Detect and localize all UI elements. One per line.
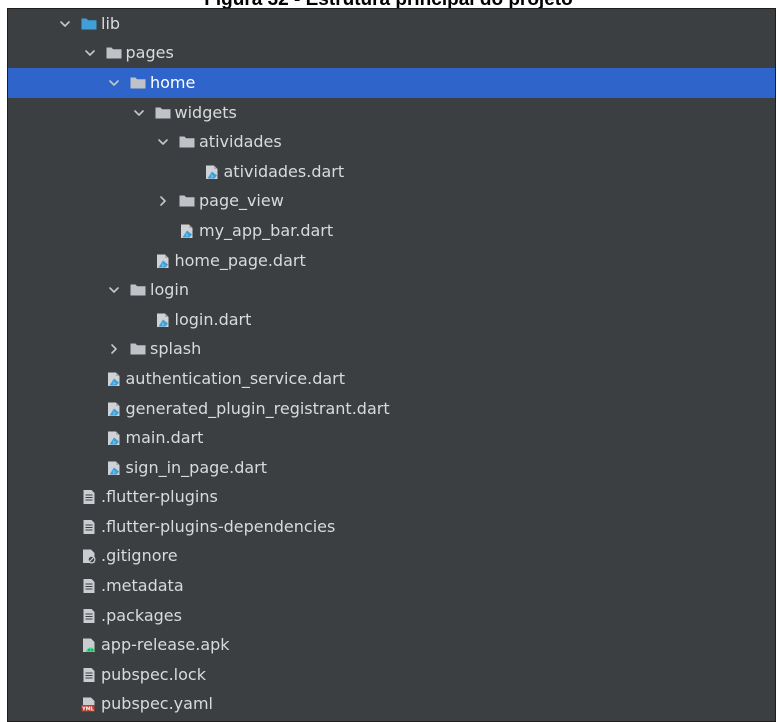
tree-item-app-release-apk[interactable]: app-release.apk [8, 630, 775, 660]
tree-item-main-dart[interactable]: main.dart [8, 423, 775, 453]
tree-item-splash[interactable]: splash [8, 335, 775, 365]
tree-item-label: generated_plugin_registrant.dart [125, 398, 390, 418]
tree-item-label: page_view [199, 191, 284, 211]
text-file-icon [80, 577, 98, 595]
tree-item-packages[interactable]: .packages [8, 601, 775, 631]
chevron-right-icon[interactable] [154, 192, 172, 210]
dart-file-icon [105, 400, 123, 418]
chevron-right-icon[interactable] [105, 340, 123, 358]
tree-item-label: .flutter-plugins [101, 487, 218, 507]
tree-item-sign-in-page-dart[interactable]: sign_in_page.dart [8, 453, 775, 483]
tree-item-label: atividades.dart [223, 161, 345, 181]
dart-file-icon [105, 459, 123, 477]
dart-file-icon [105, 370, 123, 388]
tree-item-home[interactable]: home [8, 68, 775, 98]
folder-icon [129, 340, 147, 358]
chevron-down-icon[interactable] [81, 44, 99, 62]
tree-item-pages[interactable]: pages [8, 39, 775, 69]
yaml-file-icon: YML [80, 695, 98, 713]
dart-file-icon [178, 222, 196, 240]
folder-icon [80, 15, 98, 33]
tree-item-label: .gitignore [101, 546, 178, 566]
tree-item-pubspec-yaml[interactable]: YML pubspec.yaml [8, 690, 775, 720]
text-file-icon [80, 518, 98, 536]
dart-file-icon [203, 163, 221, 181]
tree-item-metadata[interactable]: .metadata [8, 571, 775, 601]
tree-item-authentication-service-dart[interactable]: authentication_service.dart [8, 364, 775, 394]
dart-file-icon [154, 252, 172, 270]
tree-item-generated-plugin-registrant-dart[interactable]: generated_plugin_registrant.dart [8, 394, 775, 424]
text-file-icon [80, 607, 98, 625]
figure: Figura 32 - Estrutura principal do proje… [0, 0, 777, 722]
tree-item-label: home [150, 72, 196, 92]
tree-item-label: login.dart [174, 309, 252, 329]
folder-icon [154, 104, 172, 122]
dart-file-icon [154, 311, 172, 329]
folder-icon [129, 74, 147, 92]
tree-item-home-page-dart[interactable]: home_page.dart [8, 246, 775, 276]
chevron-down-icon[interactable] [56, 15, 74, 33]
tree-item-pubspec-lock[interactable]: pubspec.lock [8, 660, 775, 690]
tree-item-flutter-plugins[interactable]: .flutter-plugins [8, 483, 775, 513]
tree-item-widgets[interactable]: widgets [8, 98, 775, 128]
tree-item-label: sign_in_page.dart [125, 457, 268, 477]
tree-item-atividades-dart[interactable]: atividades.dart [8, 157, 775, 187]
tree-item-label: home_page.dart [174, 250, 306, 270]
folder-icon [178, 192, 196, 210]
tree-item-atividades[interactable]: atividades [8, 127, 775, 157]
tree-item-label: pubspec.yaml [101, 694, 213, 714]
tree-item-label: authentication_service.dart [125, 368, 346, 388]
svg-text:YML: YML [81, 707, 95, 713]
chevron-down-icon[interactable] [105, 74, 123, 92]
tree-item-label: my_app_bar.dart [199, 220, 334, 240]
ignore-file-icon [80, 547, 98, 565]
tree-item-lib[interactable]: lib [8, 9, 775, 39]
tree-item-label: .metadata [101, 576, 184, 596]
tree-item-label: .flutter-plugins-dependencies [101, 516, 336, 536]
tree-item-label: app-release.apk [101, 635, 230, 655]
text-file-icon [80, 488, 98, 506]
apk-file-icon [80, 636, 98, 654]
tree-item-my-app-bar-dart[interactable]: my_app_bar.dart [8, 216, 775, 246]
tree-item-label: login [150, 280, 189, 300]
folder-icon [129, 281, 147, 299]
chevron-down-icon[interactable] [105, 281, 123, 299]
tree-item-label: widgets [174, 102, 237, 122]
tree-item-login[interactable]: login [8, 275, 775, 305]
tree-item-label: pages [125, 43, 174, 63]
tree-item-label: .packages [101, 605, 182, 625]
project-tree: lib pages home widgets atividades atividades.… [8, 9, 775, 719]
tree-item-label: main.dart [125, 428, 204, 448]
tree-item-label: pubspec.lock [101, 664, 206, 684]
tree-item-label: splash [150, 339, 202, 359]
tree-item-page-view[interactable]: page_view [8, 187, 775, 217]
tree-item-label: lib [101, 13, 121, 33]
chevron-down-icon[interactable] [130, 104, 148, 122]
folder-icon [178, 133, 196, 151]
dart-file-icon [105, 429, 123, 447]
text-file-icon [80, 666, 98, 684]
tree-item-login-dart[interactable]: login.dart [8, 305, 775, 335]
chevron-down-icon[interactable] [154, 133, 172, 151]
tree-item-flutter-plugins-dependencies[interactable]: .flutter-plugins-dependencies [8, 512, 775, 542]
tree-item-gitignore[interactable]: .gitignore [8, 542, 775, 572]
project-panel: lib pages home widgets atividades atividades.… [7, 8, 776, 722]
tree-item-label: atividades [199, 132, 282, 152]
folder-icon [105, 44, 123, 62]
